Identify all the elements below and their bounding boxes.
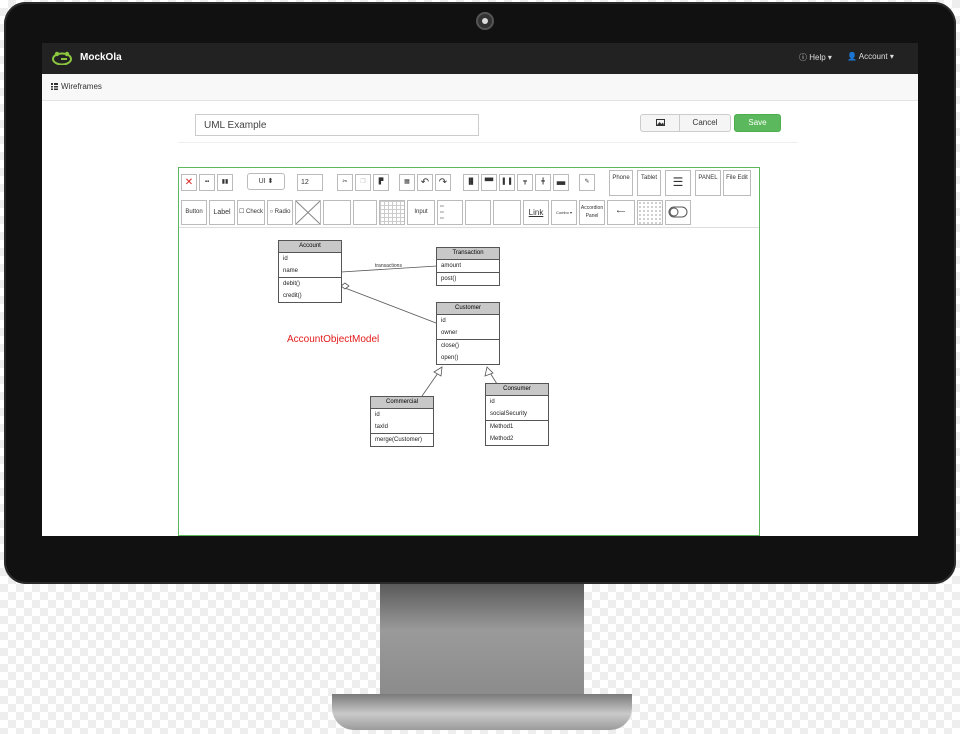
uml-class-customer[interactable]: Customer id owner close() open() bbox=[436, 302, 500, 365]
brand-name[interactable]: MockOla bbox=[80, 52, 122, 63]
monitor-stand bbox=[380, 584, 584, 700]
class-attr: id bbox=[490, 399, 495, 405]
monitor-base bbox=[332, 694, 632, 730]
uml-class-account[interactable]: Account id name debit() credit() bbox=[278, 240, 342, 303]
uml-class-commercial[interactable]: Commercial id taxId merge(Customer) bbox=[370, 396, 434, 447]
class-method: merge(Customer) bbox=[371, 433, 433, 446]
class-method: credit() bbox=[283, 293, 302, 299]
class-attr: socialSecurity bbox=[490, 411, 528, 417]
save-button[interactable]: Save bbox=[734, 114, 781, 132]
class-attr: taxId bbox=[375, 424, 389, 430]
account-label: Account ▾ bbox=[858, 52, 894, 61]
class-attr: owner bbox=[441, 330, 458, 336]
class-attr: amount bbox=[441, 263, 462, 269]
frog-logo-icon[interactable] bbox=[52, 51, 72, 65]
picture-icon bbox=[655, 119, 665, 127]
class-method: close() bbox=[437, 339, 499, 352]
class-name: Transaction bbox=[437, 248, 499, 260]
association-label: transactions bbox=[375, 263, 402, 269]
breadcrumb-wireframes[interactable]: Wireframes bbox=[61, 82, 102, 91]
help-menu[interactable]: ⓘ Help ▾ bbox=[799, 52, 832, 63]
class-attr: id bbox=[375, 412, 380, 418]
help-label: Help ▾ bbox=[809, 53, 832, 62]
class-name: Commercial bbox=[371, 397, 433, 409]
list-icon bbox=[51, 83, 58, 90]
uml-class-consumer[interactable]: Consumer id socialSecurity Method1 Metho… bbox=[485, 383, 549, 446]
model-label[interactable]: AccountObjectModel bbox=[287, 334, 379, 345]
class-method: Method1 bbox=[486, 420, 548, 433]
navbar: MockOla ⓘ Help ▾ 👤 Account ▾ bbox=[42, 43, 918, 74]
class-method: open() bbox=[441, 355, 459, 361]
image-export-button[interactable] bbox=[640, 114, 680, 132]
class-name: Customer bbox=[437, 303, 499, 315]
class-attr: id bbox=[441, 318, 446, 324]
account-menu[interactable]: 👤 Account ▾ bbox=[847, 52, 894, 61]
breadcrumb: Wireframes bbox=[42, 74, 918, 101]
divider bbox=[178, 142, 798, 143]
class-method: debit() bbox=[279, 277, 341, 290]
cancel-button[interactable]: Cancel bbox=[679, 114, 731, 132]
uml-class-transaction[interactable]: Transaction amount post() bbox=[436, 247, 500, 286]
class-attr: id bbox=[283, 256, 288, 262]
class-method: post() bbox=[437, 272, 499, 285]
screen: MockOla ⓘ Help ▾ 👤 Account ▾ Wireframes … bbox=[42, 43, 918, 536]
class-method: Method2 bbox=[490, 436, 514, 442]
class-attr: name bbox=[283, 268, 299, 274]
editor-canvas[interactable]: ✕ ▪▪ ▮▮ UI ⬍ 12 ✂ ❐ ▛ ▦ ↶ ↷ ▐▌ ▀▀ ▌▐ ┳ ╋… bbox=[178, 167, 760, 536]
class-name: Consumer bbox=[486, 384, 548, 396]
camera-icon bbox=[476, 12, 494, 30]
wireframe-title-input[interactable] bbox=[195, 114, 479, 136]
class-name: Account bbox=[279, 241, 341, 253]
